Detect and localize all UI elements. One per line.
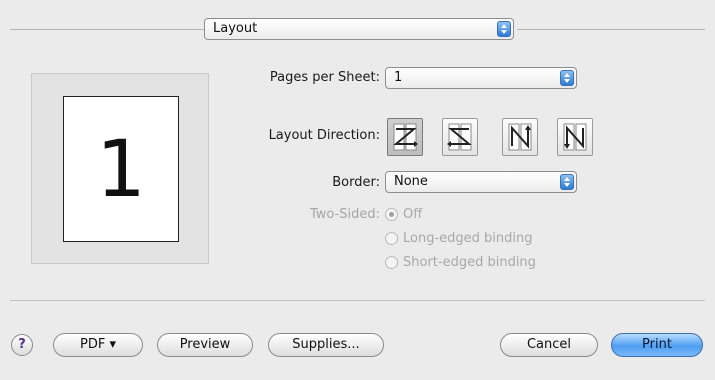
pages-per-sheet-label: Pages per Sheet: bbox=[269, 70, 380, 85]
border-value: None bbox=[394, 174, 428, 189]
two-sided-off-label: Off bbox=[403, 207, 423, 222]
panel-menu-value: Layout bbox=[213, 21, 258, 36]
top-separator-left bbox=[10, 29, 204, 30]
cancel-button[interactable]: Cancel bbox=[500, 333, 598, 357]
layout-direction-reverse-z-button[interactable] bbox=[442, 118, 478, 156]
supplies-button[interactable]: Supplies... bbox=[268, 333, 384, 357]
layout-direction-reverse-n-button[interactable] bbox=[557, 118, 593, 156]
help-button[interactable]: ? bbox=[11, 334, 33, 356]
layout-direction-z-button[interactable] bbox=[387, 118, 423, 156]
popup-arrows-icon bbox=[560, 70, 574, 86]
two-sided-label: Two-Sided: bbox=[309, 207, 380, 222]
border-popup[interactable]: None bbox=[385, 171, 577, 193]
panel-menu-popup[interactable]: Layout bbox=[204, 18, 514, 40]
layout-direction-n-button[interactable] bbox=[502, 118, 538, 156]
preview-page: 1 bbox=[63, 96, 179, 242]
two-sided-short-edge-radio[interactable]: Short-edged binding bbox=[385, 254, 536, 272]
two-sided-off-radio[interactable]: Off bbox=[385, 206, 422, 224]
border-label: Border: bbox=[332, 175, 380, 190]
layout-direction-label: Layout Direction: bbox=[268, 128, 380, 143]
pages-per-sheet-popup[interactable]: 1 bbox=[385, 67, 577, 89]
reverse-n-direction-icon bbox=[563, 123, 587, 151]
radio-unselected-icon bbox=[385, 232, 398, 245]
bottom-separator bbox=[10, 300, 705, 301]
pdf-menu-button[interactable]: PDF ▾ bbox=[53, 333, 143, 357]
two-sided-long-edge-radio[interactable]: Long-edged binding bbox=[385, 230, 533, 248]
n-down-direction-icon bbox=[508, 123, 532, 151]
reverse-z-direction-icon bbox=[447, 123, 472, 151]
two-sided-short-edge-label: Short-edged binding bbox=[403, 255, 536, 270]
popup-arrows-icon bbox=[560, 174, 574, 190]
radio-unselected-icon bbox=[385, 256, 398, 269]
preview-button[interactable]: Preview bbox=[157, 333, 253, 357]
print-button[interactable]: Print bbox=[611, 333, 703, 357]
z-direction-icon bbox=[393, 123, 418, 151]
top-separator-right bbox=[517, 29, 705, 30]
popup-arrows-icon bbox=[497, 21, 511, 37]
pages-per-sheet-value: 1 bbox=[394, 70, 403, 85]
two-sided-long-edge-label: Long-edged binding bbox=[403, 231, 533, 246]
radio-selected-icon bbox=[385, 208, 398, 221]
